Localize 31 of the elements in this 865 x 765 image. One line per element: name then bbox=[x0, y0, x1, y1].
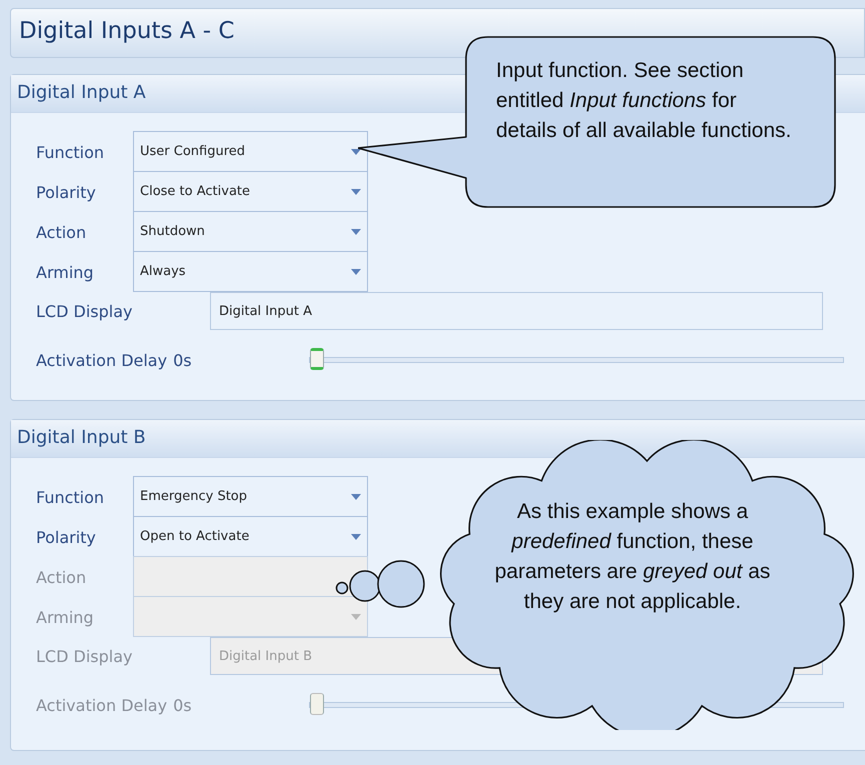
delay-value: 0s bbox=[173, 696, 193, 714]
field-label: Arming bbox=[36, 608, 95, 626]
field-label: Action bbox=[36, 222, 88, 242]
delay-value: 0s bbox=[173, 350, 193, 370]
field-label: Polarity bbox=[36, 182, 97, 202]
caret-icon bbox=[351, 268, 361, 274]
dropdown[interactable]: User Configured bbox=[133, 131, 368, 172]
field-label: Activation Delay bbox=[36, 350, 168, 370]
caret-icon bbox=[351, 148, 361, 154]
field-label: Polarity bbox=[36, 528, 97, 546]
dropdown[interactable]: Always bbox=[133, 251, 368, 292]
caret-icon bbox=[351, 494, 361, 500]
group-title: Digital Input B bbox=[11, 420, 865, 458]
callout-text: As this example shows a predefined function, these parameters are greyed out as they are not applicable. bbox=[494, 499, 772, 615]
input-field[interactable]: Digital Input A bbox=[210, 292, 823, 330]
caret-icon bbox=[351, 534, 361, 540]
field-label: LCD Display bbox=[36, 646, 134, 666]
caret-icon bbox=[351, 228, 361, 234]
caret-icon bbox=[351, 188, 361, 194]
dropdown[interactable]: Shutdown bbox=[133, 211, 368, 252]
slider-thumb[interactable] bbox=[310, 348, 324, 370]
field-label: Arming bbox=[36, 262, 95, 282]
field-label: Function bbox=[36, 488, 106, 506]
field-label: Function bbox=[36, 142, 106, 162]
field-label: Activation Delay bbox=[36, 696, 168, 714]
dropdown[interactable]: Emergency Stop bbox=[133, 476, 368, 517]
field-label: Action bbox=[36, 568, 88, 586]
caret-icon bbox=[351, 614, 361, 620]
field-label: LCD Display bbox=[36, 302, 134, 320]
dropdown[interactable]: Close to Activate bbox=[133, 171, 368, 212]
dropdown[interactable]: Open to Activate bbox=[133, 516, 368, 557]
